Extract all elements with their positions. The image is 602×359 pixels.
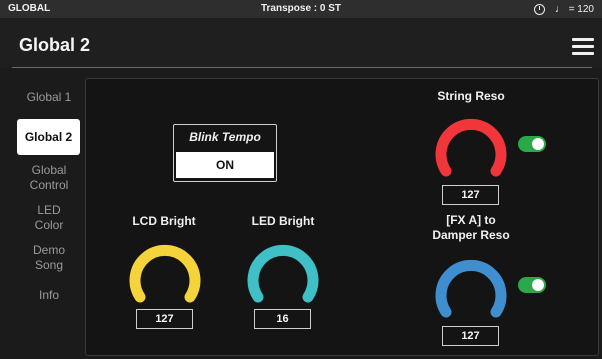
lcd-bright-label: LCD Bright bbox=[132, 214, 196, 228]
settings-panel: Blink Tempo ON LCD Bright 127 LED Bright… bbox=[85, 78, 599, 356]
tempo-value: = 120 bbox=[568, 4, 594, 15]
header-divider bbox=[12, 67, 592, 68]
clock-icon bbox=[533, 3, 545, 15]
string-reso-arc bbox=[435, 118, 507, 177]
status-bar: GLOBAL Transpose : 0 ST ♩ = 120 bbox=[0, 0, 602, 18]
status-right: ♩ = 120 bbox=[533, 3, 594, 15]
sidebar-item-global-1[interactable]: Global 1 bbox=[10, 90, 88, 105]
tempo-readout: ♩ = 120 bbox=[555, 3, 594, 15]
damper-reso-knob[interactable] bbox=[429, 245, 513, 321]
lcd-bright-value[interactable]: 127 bbox=[136, 309, 193, 329]
damper-reso-label: [FX A] to Damper Reso bbox=[432, 213, 510, 242]
led-bright-value[interactable]: 16 bbox=[254, 309, 311, 329]
quarter-note-icon: ♩ bbox=[554, 3, 566, 15]
sidebar-item-demo-song[interactable]: Demo Song bbox=[10, 243, 88, 273]
damper-reso-value[interactable]: 127 bbox=[442, 326, 499, 346]
lcd-bright-arc bbox=[129, 244, 201, 303]
lcd-bright-knob[interactable] bbox=[123, 230, 207, 306]
led-bright-label: LED Bright bbox=[251, 214, 315, 228]
transpose-label: Transpose : 0 ST bbox=[260, 3, 342, 14]
blink-tempo-label: Blink Tempo bbox=[189, 130, 261, 144]
string-reso-knob[interactable] bbox=[429, 104, 513, 180]
sidebar-item-global-2[interactable]: Global 2 bbox=[17, 119, 80, 155]
sidebar: Global 1 Global 2 Global Control LED Col… bbox=[10, 78, 88, 353]
sidebar-item-info[interactable]: Info bbox=[10, 288, 88, 303]
led-bright-arc bbox=[247, 244, 319, 303]
title-bar: Global 2 bbox=[0, 18, 602, 68]
sidebar-item-led-color[interactable]: LED Color bbox=[10, 203, 88, 233]
toggle-thumb bbox=[532, 138, 544, 150]
string-reso-label: String Reso bbox=[437, 89, 505, 103]
sidebar-item-global-control[interactable]: Global Control bbox=[10, 163, 88, 193]
damper-reso-toggle[interactable] bbox=[518, 277, 546, 293]
hamburger-menu-icon[interactable] bbox=[572, 38, 594, 56]
blink-tempo-box: Blink Tempo ON bbox=[173, 124, 277, 182]
string-reso-value[interactable]: 127 bbox=[442, 185, 499, 205]
page-title: Global 2 bbox=[19, 35, 91, 55]
string-reso-toggle[interactable] bbox=[518, 136, 546, 152]
damper-reso-arc bbox=[435, 259, 507, 318]
led-bright-knob[interactable] bbox=[241, 230, 325, 306]
blink-tempo-value[interactable]: ON bbox=[176, 152, 274, 178]
toggle-thumb bbox=[532, 279, 544, 291]
